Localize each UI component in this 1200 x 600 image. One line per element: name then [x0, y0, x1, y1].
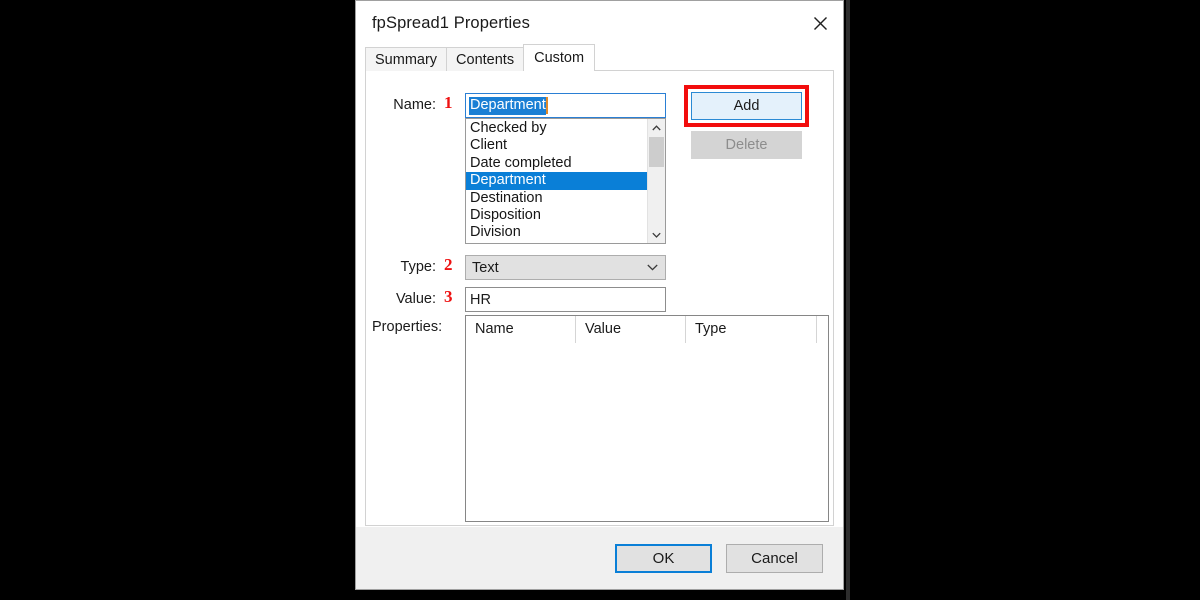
list-item-selected[interactable]: Department — [466, 172, 647, 190]
name-listbox-items: Checked by Client Date completed Departm… — [466, 119, 647, 243]
ok-button-label: OK — [652, 549, 675, 567]
dialog-titlebar: fpSpread1 Properties — [356, 1, 843, 45]
column-header-value[interactable]: Value — [576, 316, 686, 343]
close-icon[interactable] — [797, 2, 843, 45]
list-item[interactable]: Disposition — [466, 207, 647, 224]
scrollbar-thumb[interactable] — [649, 137, 664, 167]
properties-table-header: Name Value Type — [466, 316, 828, 346]
text-caret — [545, 97, 548, 114]
list-item-label: Destination — [470, 189, 543, 206]
dialog-title: fpSpread1 Properties — [372, 13, 530, 32]
tab-custom-label: Custom — [534, 50, 585, 66]
custom-tab-panel: Name: 1 Department Checked by Client Dat… — [365, 71, 834, 526]
type-label: Type: — [400, 259, 436, 275]
tab-strip: Summary Contents Custom — [356, 44, 843, 71]
list-item[interactable]: Checked by — [466, 120, 647, 137]
name-listbox[interactable]: Checked by Client Date completed Departm… — [465, 118, 666, 244]
chevron-down-icon — [647, 264, 658, 271]
list-item-label: Division — [470, 224, 521, 241]
annotation-number-3: 3 — [444, 287, 453, 306]
chevron-down-icon[interactable] — [648, 226, 665, 243]
name-input[interactable]: Department — [465, 93, 666, 118]
tab-summary-label: Summary — [375, 51, 438, 68]
list-item-label: Department — [470, 172, 546, 189]
list-item-label: Client — [470, 137, 508, 154]
add-button[interactable]: Add — [691, 92, 802, 120]
listbox-scrollbar[interactable] — [647, 119, 665, 243]
value-input[interactable]: HR — [465, 287, 666, 312]
tab-contents-label: Contents — [456, 51, 515, 68]
value-label: Value: — [395, 291, 436, 307]
delete-button-label: Delete — [725, 137, 768, 153]
annotation-number-1: 1 — [444, 93, 453, 112]
properties-table[interactable]: Name Value Type — [465, 315, 829, 522]
list-item-label: Date completed — [470, 154, 572, 171]
ok-button[interactable]: OK — [615, 543, 712, 573]
tab-contents[interactable]: Contents — [446, 47, 525, 71]
list-item[interactable]: Date completed — [466, 155, 647, 172]
tab-summary[interactable]: Summary — [365, 47, 448, 71]
cancel-button-label: Cancel — [751, 549, 798, 567]
list-item[interactable]: Client — [466, 137, 647, 154]
add-button-label: Add — [733, 98, 760, 114]
delete-button[interactable]: Delete — [691, 131, 802, 159]
desktop-artifact — [846, 0, 850, 600]
name-label: Name: — [393, 97, 436, 113]
name-input-value: Department — [469, 96, 546, 115]
column-header-type[interactable]: Type — [686, 316, 817, 343]
column-header-name[interactable]: Name — [466, 316, 576, 343]
list-item-label: Checked by — [470, 120, 547, 136]
type-select[interactable]: Text — [465, 255, 666, 280]
properties-label: Properties: — [372, 319, 443, 335]
tab-custom[interactable]: Custom — [523, 44, 596, 71]
value-input-value: HR — [470, 291, 491, 308]
chevron-up-icon[interactable] — [648, 119, 665, 136]
list-item[interactable]: Destination — [466, 190, 647, 207]
cancel-button[interactable]: Cancel — [726, 543, 823, 573]
dialog-footer: OK Cancel — [356, 526, 843, 589]
properties-dialog: fpSpread1 Properties Summary Contents Cu… — [355, 0, 844, 590]
type-select-value: Text — [472, 259, 499, 276]
list-item-label: Disposition — [470, 206, 541, 223]
screenshot-stage: fpSpread1 Properties Summary Contents Cu… — [0, 0, 1200, 600]
annotation-number-2: 2 — [444, 255, 453, 274]
list-item[interactable]: Division — [466, 224, 647, 241]
